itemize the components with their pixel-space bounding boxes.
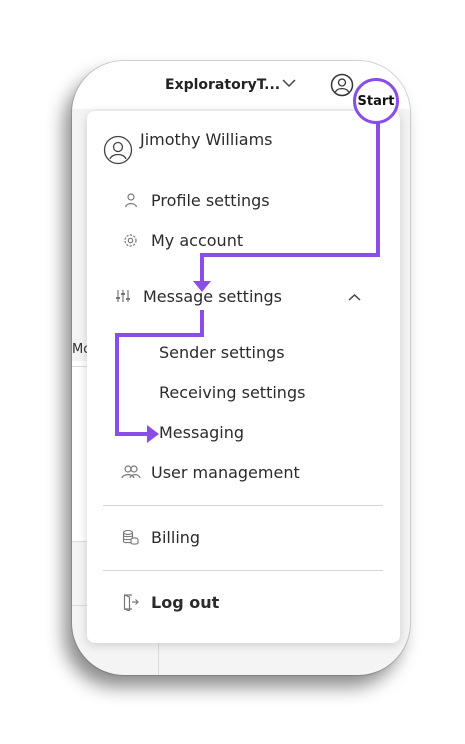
user-dropdown-menu: Jimothy Williams Profile settings My acc…	[87, 111, 400, 643]
menu-item-log-out[interactable]: Log out	[151, 593, 219, 612]
menu-item-messaging[interactable]: Messaging	[159, 423, 244, 442]
coins-icon	[122, 529, 139, 545]
menu-item-billing[interactable]: Billing	[151, 528, 200, 547]
chevron-up-icon[interactable]	[348, 293, 361, 302]
menu-item-my-account[interactable]: My account	[151, 231, 243, 250]
sliders-icon	[116, 290, 130, 302]
person-icon	[124, 193, 138, 208]
background-divider	[158, 643, 159, 675]
logout-icon	[123, 594, 139, 611]
menu-item-receiving-settings[interactable]: Receiving settings	[159, 383, 305, 402]
start-label: Start	[357, 94, 395, 109]
menu-item-profile-settings[interactable]: Profile settings	[151, 191, 270, 210]
gear-icon	[124, 234, 137, 247]
menu-item-user-management[interactable]: User management	[151, 463, 300, 482]
user-avatar-icon[interactable]	[330, 73, 354, 97]
menu-divider	[103, 505, 383, 506]
menu-item-sender-settings[interactable]: Sender settings	[159, 343, 285, 362]
user-name: Jimothy Williams	[140, 130, 273, 149]
menu-item-message-settings[interactable]: Message settings	[143, 287, 282, 306]
menu-divider	[103, 570, 383, 571]
users-icon	[121, 465, 141, 479]
start-badge: Start	[353, 78, 399, 124]
chevron-down-icon[interactable]	[282, 78, 296, 88]
org-name[interactable]: ExploratoryT...	[165, 77, 280, 93]
user-avatar-icon	[103, 135, 133, 165]
